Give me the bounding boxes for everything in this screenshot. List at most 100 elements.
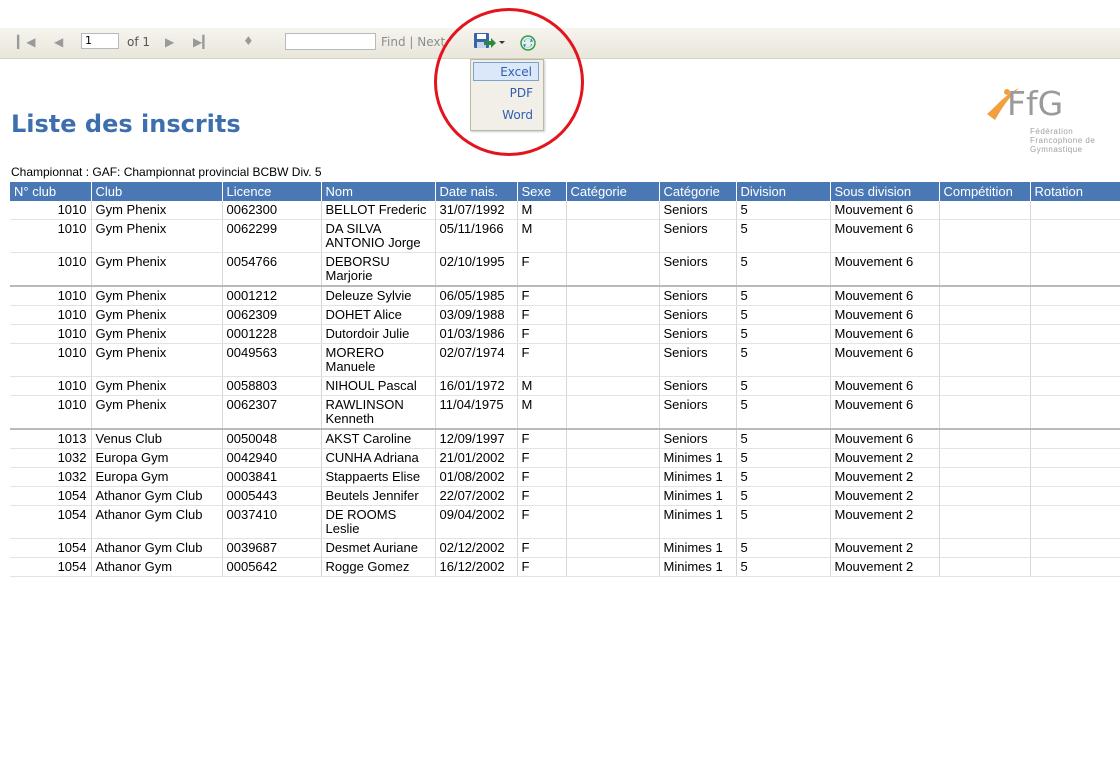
cell-cat1 [566, 429, 660, 449]
cell-club-no: 1054 [10, 538, 92, 558]
cell-cat1 [566, 343, 660, 377]
cell-sexe: F [517, 538, 567, 558]
cell-nom: NIHOUL Pascal [321, 376, 436, 396]
column-header[interactable]: Date nais. [435, 182, 518, 201]
cell-cat2: Seniors [659, 286, 737, 306]
cell-date: 02/12/2002 [435, 538, 518, 558]
cell-rotation [1030, 395, 1120, 430]
cell-sous-division: Mouvement 2 [830, 467, 940, 487]
cell-sous-division: Mouvement 6 [830, 286, 940, 306]
cell-nom: Stappaerts Elise [321, 467, 436, 487]
column-header[interactable]: Rotation [1030, 182, 1120, 201]
logo-line-1: Fédération [1030, 127, 1074, 136]
cell-club: Gym Phenix [91, 201, 223, 220]
ffg-logo: FfG Fédération Francophone de Gymnastiqu… [983, 84, 1103, 162]
cell-competition [939, 395, 1031, 430]
column-header[interactable]: Nom [321, 182, 436, 201]
cell-division: 5 [736, 252, 831, 287]
cell-division: 5 [736, 429, 831, 449]
cell-competition [939, 305, 1031, 325]
cell-club-no: 1010 [10, 286, 92, 306]
cell-club: Venus Club [91, 429, 223, 449]
back-to-parent-icon[interactable]: ♦ [243, 34, 254, 48]
cell-licence: 0037410 [222, 505, 322, 539]
cell-competition [939, 252, 1031, 287]
cell-sexe: M [517, 395, 567, 430]
cell-date: 01/08/2002 [435, 467, 518, 487]
cell-club: Athanor Gym [91, 557, 223, 577]
cell-rotation [1030, 219, 1120, 253]
cell-rotation [1030, 343, 1120, 377]
cell-licence: 0001212 [222, 286, 322, 306]
find-next-link[interactable]: Find | Next [381, 35, 445, 49]
column-header[interactable]: Catégorie [566, 182, 660, 201]
page-number-input[interactable]: 1 [81, 33, 119, 49]
column-header[interactable]: Licence [222, 182, 322, 201]
cell-nom: AKST Caroline [321, 429, 436, 449]
table-row: 1010 Gym Phenix 0049563 MORERO Manuele 02/07… [10, 343, 1120, 377]
cell-competition [939, 286, 1031, 306]
cell-cat2: Seniors [659, 219, 737, 253]
cell-date: 03/09/1988 [435, 305, 518, 325]
cell-licence: 0001228 [222, 324, 322, 344]
export-pdf-item[interactable]: PDF [473, 84, 539, 103]
cell-club: Gym Phenix [91, 305, 223, 325]
cell-division: 5 [736, 286, 831, 306]
column-header[interactable]: Club [91, 182, 223, 201]
cell-sous-division: Mouvement 2 [830, 486, 940, 506]
cell-cat2: Seniors [659, 324, 737, 344]
cell-licence: 0062307 [222, 395, 322, 430]
logo-line-3: Gymnastique [1030, 145, 1083, 154]
table-row: 1054 Athanor Gym Club 0005443 Beutels Jenni… [10, 486, 1120, 506]
table-row: 1032 Europa Gym 0042940 CUNHA Adriana 21/01/… [10, 448, 1120, 468]
cell-sexe: F [517, 343, 567, 377]
cell-cat1 [566, 448, 660, 468]
registrations-table: N° club Club Licence Nom Date nais. Sexe Catég… [10, 182, 1120, 577]
column-header[interactable]: Sexe [517, 182, 567, 201]
cell-cat1 [566, 467, 660, 487]
export-excel-item[interactable]: Excel [473, 62, 539, 81]
cell-sexe: F [517, 324, 567, 344]
next-page-icon[interactable]: ▶ [165, 35, 174, 49]
cell-club: Gym Phenix [91, 252, 223, 287]
last-page-icon[interactable]: ▶▎ [193, 35, 211, 49]
cell-sexe: F [517, 305, 567, 325]
cell-licence: 0054766 [222, 252, 322, 287]
cell-club: Athanor Gym Club [91, 505, 223, 539]
cell-licence: 0062300 [222, 201, 322, 220]
cell-cat1 [566, 395, 660, 430]
column-header[interactable]: Catégorie [659, 182, 737, 201]
table-row: 1010 Gym Phenix 0058803 NIHOUL Pascal 16/01/… [10, 376, 1120, 396]
cell-licence: 0005642 [222, 557, 322, 577]
first-page-icon[interactable]: ▎◀ [17, 35, 35, 49]
cell-club-no: 1010 [10, 252, 92, 287]
column-header[interactable]: N° club [10, 182, 92, 201]
cell-division: 5 [736, 538, 831, 558]
export-word-item[interactable]: Word [473, 106, 539, 125]
cell-licence: 0005443 [222, 486, 322, 506]
column-header[interactable]: Sous division [830, 182, 940, 201]
cell-sous-division: Mouvement 6 [830, 252, 940, 287]
cell-cat1 [566, 219, 660, 253]
cell-cat2: Minimes 1 [659, 557, 737, 577]
cell-nom: Rogge Gomez [321, 557, 436, 577]
refresh-button[interactable] [519, 34, 537, 52]
cell-nom: Deleuze Sylvie [321, 286, 436, 306]
cell-date: 02/07/1974 [435, 343, 518, 377]
find-input[interactable] [285, 33, 376, 50]
previous-page-icon[interactable]: ◀ [54, 35, 63, 49]
column-header[interactable]: Compétition [939, 182, 1031, 201]
cell-sexe: F [517, 486, 567, 506]
cell-rotation [1030, 538, 1120, 558]
cell-cat1 [566, 201, 660, 220]
cell-cat2: Seniors [659, 395, 737, 430]
cell-club: Gym Phenix [91, 343, 223, 377]
cell-cat1 [566, 376, 660, 396]
cell-rotation [1030, 505, 1120, 539]
export-save-button[interactable] [472, 32, 509, 52]
cell-nom: Desmet Auriane [321, 538, 436, 558]
column-header[interactable]: Division [736, 182, 831, 201]
table-row: 1010 Gym Phenix 0054766 DEBORSU Marjorie 02/… [10, 252, 1120, 287]
cell-division: 5 [736, 395, 831, 430]
cell-sexe: F [517, 557, 567, 577]
